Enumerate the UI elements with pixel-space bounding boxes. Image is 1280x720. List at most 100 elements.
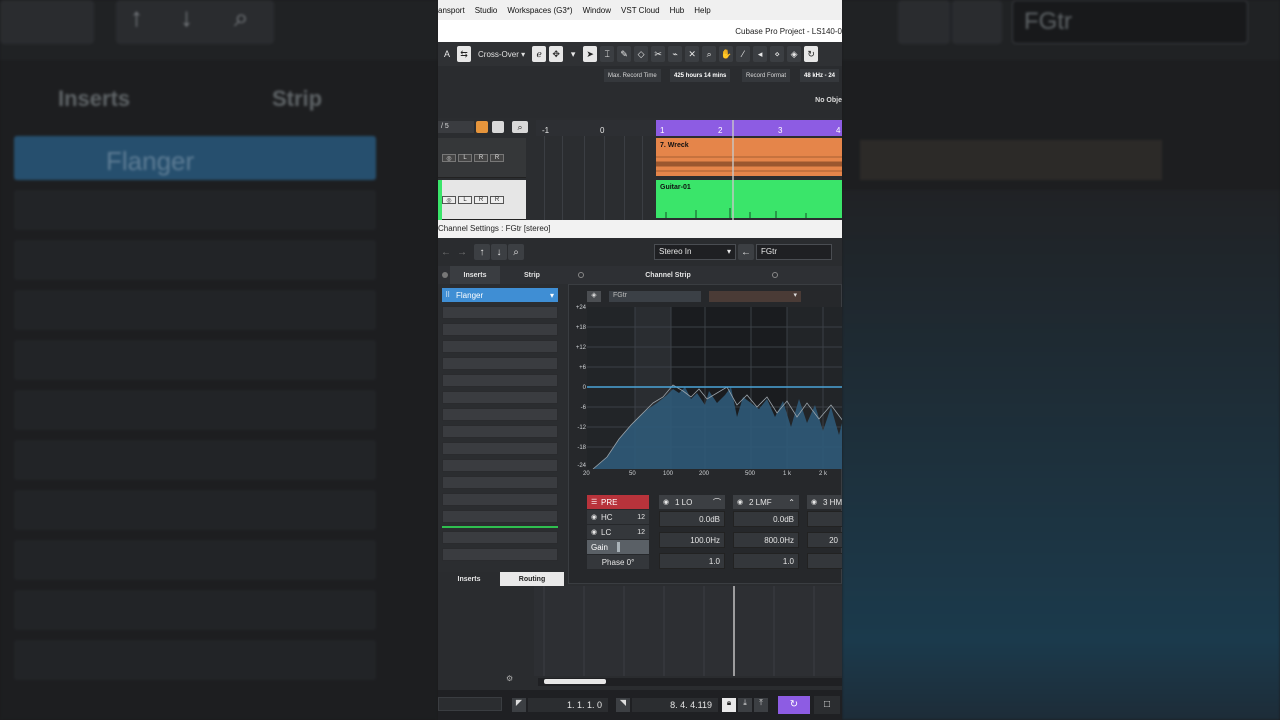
menu-item-window[interactable]: Window	[583, 6, 611, 15]
peak-filter-icon[interactable]: ⌃	[788, 498, 795, 507]
low-cut-control[interactable]: ◉ LC 12	[587, 525, 649, 539]
monitor-icon[interactable]: ◎	[442, 196, 456, 204]
draw-tool-icon[interactable]: ✎	[617, 46, 632, 62]
drag-handle-icon[interactable]: ⠿	[445, 291, 450, 299]
zoom-fit-icon[interactable]	[492, 121, 504, 133]
high-cut-control[interactable]: ◉ HC 12	[587, 510, 649, 524]
gain-slider[interactable]: Gain	[587, 540, 649, 554]
glue-tool-icon[interactable]: ⌁	[668, 46, 683, 62]
band-1-freq[interactable]: 100.0Hz	[659, 532, 725, 548]
eq-name-field[interactable]: FGtr	[609, 291, 701, 302]
cycle-toggle-icon[interactable]: ↻	[778, 696, 810, 714]
listen-button[interactable]: L	[458, 196, 472, 204]
insert-slot-empty[interactable]	[442, 531, 558, 544]
listen-button[interactable]: L	[458, 154, 472, 162]
band-3-header[interactable]: ◉ 3 HM	[807, 495, 842, 509]
band-1-gain[interactable]: 0.0dB	[659, 511, 725, 527]
band-2-gain[interactable]: 0.0dB	[733, 511, 799, 527]
menu-item-vst-cloud[interactable]: VST Cloud	[621, 6, 660, 15]
punch-out-icon[interactable]: ⤒	[754, 698, 768, 712]
power-icon[interactable]: ◉	[737, 498, 743, 506]
erase-tool-icon[interactable]: ◇	[634, 46, 649, 62]
menu-item-transport[interactable]: ansport	[438, 6, 465, 15]
stop-icon[interactable]: □	[814, 696, 840, 714]
cycle-range-bar[interactable]: 1 2 3 4	[656, 120, 842, 136]
track-header-guitar[interactable]: ◎ L R R	[438, 180, 526, 220]
insert-slot-flanger[interactable]: ⠿ Flanger ▾	[442, 288, 558, 302]
hand-tool-icon[interactable]: ✋	[719, 46, 734, 62]
insert-slot-empty[interactable]	[442, 442, 558, 455]
record-button[interactable]: R	[490, 196, 504, 204]
channel-name-field[interactable]: FGtr	[756, 244, 832, 260]
toolbar-mode-a[interactable]: A	[440, 46, 454, 62]
tab-routing[interactable]: Routing	[500, 572, 564, 586]
search-icon[interactable]: ⌕	[512, 121, 528, 133]
tab-inserts[interactable]: Inserts	[450, 266, 500, 284]
band-3-freq[interactable]: 20	[807, 532, 842, 548]
band-1-q[interactable]: 1.0	[659, 553, 725, 569]
chevron-down-icon[interactable]: ▾	[566, 46, 581, 62]
left-locator-icon[interactable]: ◤	[512, 698, 526, 712]
arrow-right-icon[interactable]: →	[454, 244, 470, 260]
arrow-left-icon[interactable]: ←	[438, 244, 454, 260]
tab-strip[interactable]: Strip	[502, 266, 562, 284]
arrow-down-icon[interactable]: ↓	[491, 244, 507, 260]
snap-icon[interactable]: ✥	[549, 46, 564, 62]
constrain-icon[interactable]: ℯ	[532, 46, 547, 62]
back-arrow-icon[interactable]: ←	[738, 244, 754, 260]
read-button[interactable]: R	[474, 154, 488, 162]
color-tool-icon[interactable]: ◈	[787, 46, 802, 62]
search-icon[interactable]: ⌕	[508, 244, 524, 260]
lock-icon[interactable]	[476, 121, 488, 133]
insert-slot-empty[interactable]	[442, 459, 558, 472]
insert-slot-empty[interactable]	[442, 323, 558, 336]
transfer-icon[interactable]: ⇆	[457, 46, 471, 62]
band-2-q[interactable]: 1.0	[733, 553, 799, 569]
gain-slider-handle[interactable]	[617, 542, 620, 552]
audio-clip-wreck[interactable]: 7. Wreck	[656, 138, 842, 176]
left-locator-value[interactable]: 1. 1. 1. 0	[528, 698, 608, 712]
track-header-wreck[interactable]: ◎ L R R	[438, 138, 526, 178]
record-button[interactable]: R	[490, 154, 504, 162]
punch-icon[interactable]: ⤓	[738, 698, 752, 712]
insert-slot-empty[interactable]	[442, 306, 558, 319]
play-tool-icon[interactable]: ◂	[753, 46, 768, 62]
band-1-header[interactable]: ◉ 1 LO ⌒	[659, 495, 725, 509]
line-tool-icon[interactable]: ⁄	[736, 46, 751, 62]
right-locator-value[interactable]: 8. 4. 4.119	[632, 698, 718, 712]
read-button[interactable]: R	[474, 196, 488, 204]
zoom-tool-icon[interactable]: ⌕	[702, 46, 717, 62]
power-icon[interactable]: ◉	[663, 498, 669, 506]
pre-section-button[interactable]: ☰ PRE	[587, 495, 649, 509]
comp-tool-icon[interactable]: ⋄	[770, 46, 785, 62]
insert-slot-empty[interactable]	[442, 408, 558, 421]
insert-slot-empty[interactable]	[442, 425, 558, 438]
chevron-down-icon[interactable]: ▾	[550, 291, 554, 300]
menu-item-help[interactable]: Help	[694, 6, 710, 15]
tab-inserts-bottom[interactable]: Inserts	[438, 572, 500, 586]
power-icon[interactable]	[578, 272, 584, 278]
arrow-up-icon[interactable]: ↑	[474, 244, 490, 260]
eq-spectrum-graph[interactable]	[587, 307, 842, 470]
gear-icon[interactable]: ⚙	[506, 674, 513, 683]
menu-item-workspaces[interactable]: Workspaces (G3*)	[507, 6, 572, 15]
insert-slot-empty[interactable]	[442, 391, 558, 404]
split-tool-icon[interactable]: ✂	[651, 46, 666, 62]
range-tool-icon[interactable]: ⌶	[600, 46, 615, 62]
lock-icon[interactable]: 🔒︎	[722, 698, 736, 712]
power-icon[interactable]	[442, 272, 448, 278]
tab-channel-strip[interactable]: Channel Strip	[588, 266, 748, 284]
menu-item-studio[interactable]: Studio	[475, 6, 498, 15]
low-shelf-icon[interactable]: ⌒	[713, 497, 721, 508]
insert-slot-empty[interactable]	[442, 493, 558, 506]
insert-slot-empty[interactable]	[442, 340, 558, 353]
phase-button[interactable]: Phase 0°	[587, 555, 649, 569]
insert-slot-empty[interactable]	[442, 510, 558, 523]
preset-dropdown[interactable]: Cross-Over ▾	[474, 46, 530, 62]
insert-slot-empty[interactable]	[442, 374, 558, 387]
power-icon[interactable]: ◉	[591, 513, 597, 521]
band-3-q[interactable]	[807, 553, 842, 569]
menu-item-hub[interactable]: Hub	[670, 6, 685, 15]
insert-slot-empty[interactable]	[442, 548, 558, 561]
right-locator-icon[interactable]: ◥	[616, 698, 630, 712]
